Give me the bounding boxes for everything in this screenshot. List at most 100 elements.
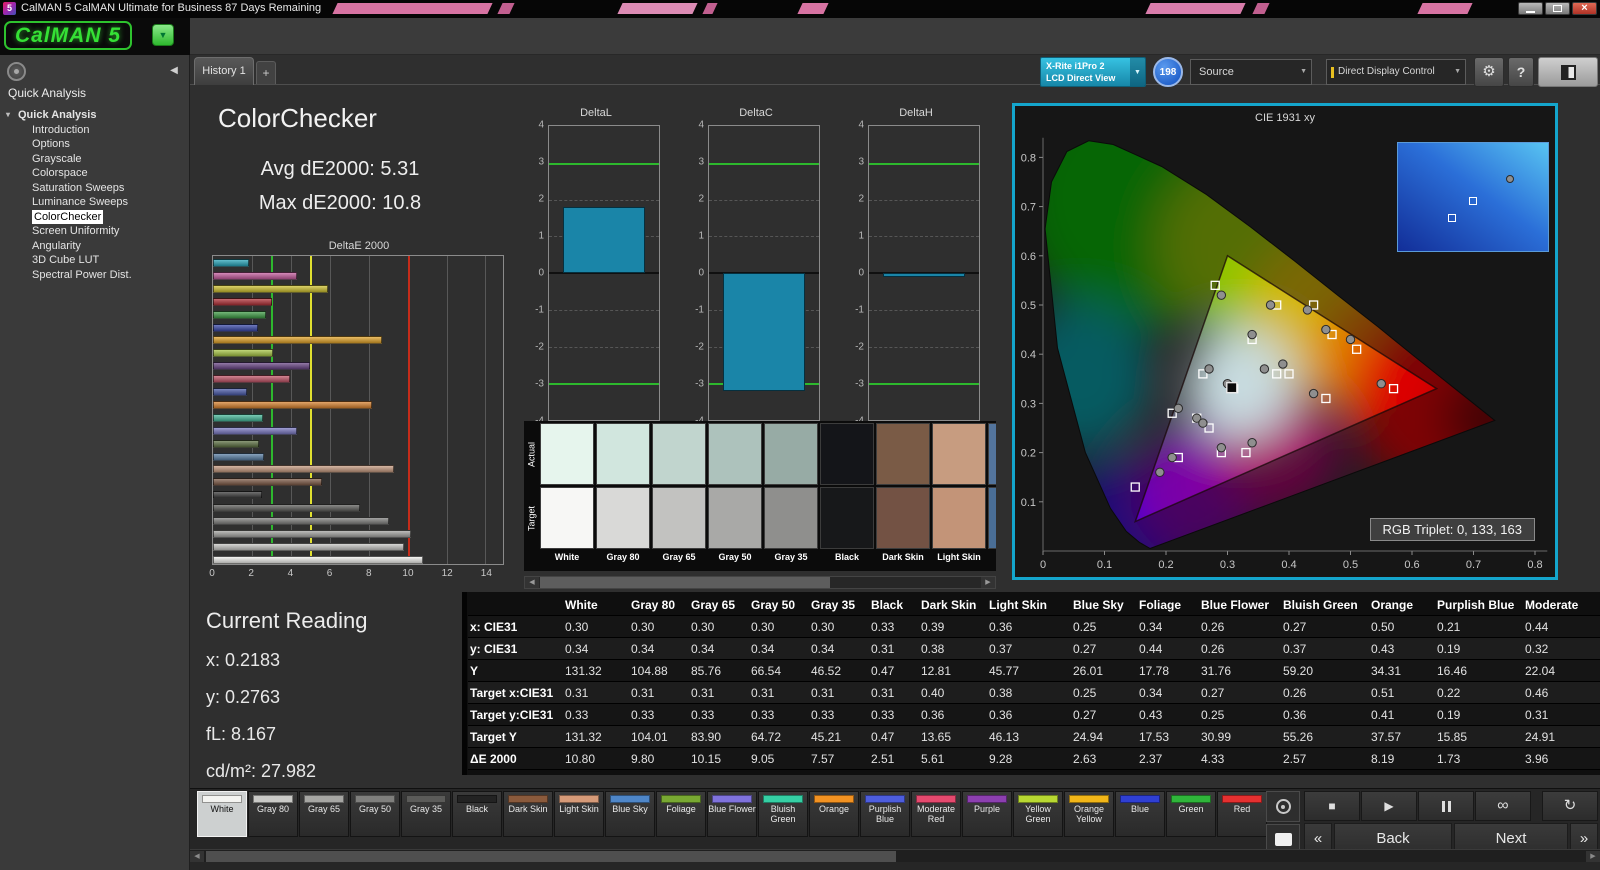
measured-circle-marker <box>1321 324 1331 335</box>
patch-button-yellow-green[interactable]: Yellow Green <box>1013 791 1063 837</box>
chevron-down-icon: ▼ <box>1130 58 1145 86</box>
scroll-right-icon[interactable]: ▶ <box>981 577 995 588</box>
minimize-button[interactable] <box>1518 2 1543 15</box>
settings-button[interactable]: ⚙ <box>1474 57 1504 87</box>
scroll-right-icon[interactable]: ▶ <box>1586 851 1600 862</box>
y-tick-label: 1 <box>858 230 864 242</box>
table-header-cell: Blue Sky <box>1073 598 1124 612</box>
play-button[interactable]: ▶ <box>1361 791 1417 821</box>
sidebar-item-angularity[interactable]: Angularity <box>2 239 186 254</box>
continuous-read-button[interactable]: ∞ <box>1475 791 1531 821</box>
camera-dot-icon <box>1281 804 1285 809</box>
stop-button[interactable]: ■ <box>1304 791 1360 821</box>
table-cell: 0.40 <box>921 686 945 700</box>
table-cell: 9.80 <box>631 752 655 766</box>
scrollbar-thumb[interactable] <box>206 851 896 862</box>
table-cell: 0.36 <box>1283 708 1307 722</box>
bottom-scrollbar[interactable]: ◀ ▶ <box>190 849 1600 862</box>
table-cell: 45.77 <box>989 664 1020 678</box>
patch-label: Blue <box>1130 804 1149 814</box>
scroll-left-icon[interactable]: ◀ <box>190 851 204 862</box>
patch-button-red[interactable]: Red <box>1217 791 1267 837</box>
camera-button[interactable] <box>1266 791 1300 822</box>
deltae-bar-cyan <box>213 259 249 267</box>
display-control-dropdown[interactable]: Direct Display Control ▼ <box>1326 59 1466 85</box>
patch-button-gray-50[interactable]: Gray 50 <box>350 791 400 837</box>
table-cell: 31.76 <box>1201 664 1232 678</box>
sidebar-item-quick-analysis[interactable]: ▾ Quick Analysis <box>2 108 186 123</box>
sidebar-item-3d-cube-lut[interactable]: 3D Cube LUT <box>2 253 186 268</box>
tab-history-1[interactable]: History 1 <box>194 57 254 85</box>
patch-button-blue-sky[interactable]: Blue Sky <box>605 791 655 837</box>
panel-toggle-button[interactable] <box>1538 57 1598 87</box>
sidebar-item-colorchecker[interactable]: ColorChecker <box>2 209 186 224</box>
sidebar-item-saturation-sweeps[interactable]: Saturation Sweeps <box>2 181 186 196</box>
patch-button-dark-skin[interactable]: Dark Skin <box>503 791 553 837</box>
sidebar-item-options[interactable]: Options <box>2 137 186 152</box>
stop-icon: ■ <box>1328 799 1336 813</box>
sidebar-item-screen-uniformity[interactable]: Screen Uniformity <box>2 224 186 239</box>
sidebar-item-spectral-power-dist[interactable]: Spectral Power Dist. <box>2 268 186 283</box>
table-header-cell: Purplish Blue <box>1437 598 1515 612</box>
patch-button-white[interactable]: White <box>197 791 247 837</box>
add-tab-button[interactable]: + <box>256 61 276 84</box>
deltae-bar-orange <box>213 400 373 409</box>
close-button[interactable]: × <box>1572 2 1597 15</box>
maximize-button[interactable] <box>1545 2 1570 15</box>
table-cell: 2.63 <box>1073 752 1097 766</box>
table-cell: 0.31 <box>631 686 655 700</box>
patch-button-purple[interactable]: Purple <box>962 791 1012 837</box>
deltae-bar-gray-35 <box>213 504 361 513</box>
infinity-icon: ∞ <box>1497 797 1509 814</box>
patch-button-gray-65[interactable]: Gray 65 <box>299 791 349 837</box>
sidebar-collapse-button[interactable]: ◀ <box>166 63 182 79</box>
patch-button-light-skin[interactable]: Light Skin <box>554 791 604 837</box>
table-header-cell: Moderate <box>1525 598 1579 612</box>
table-cell: 24.94 <box>1073 730 1104 744</box>
svg-text:0.1: 0.1 <box>1021 497 1036 509</box>
sidebar-item-luminance-sweeps[interactable]: Luminance Sweeps <box>2 195 186 210</box>
titlebar: 5 CalMAN 5 CalMAN Ultimate for Business … <box>0 0 1600 18</box>
help-button[interactable]: ? <box>1508 57 1534 87</box>
patch-button-orange[interactable]: Orange <box>809 791 859 837</box>
source-dropdown[interactable]: Source ▼ <box>1190 59 1312 85</box>
sidebar-item-grayscale[interactable]: Grayscale <box>2 152 186 167</box>
sidebar-item-colorspace[interactable]: Colorspace <box>2 166 186 181</box>
tree-expand-icon[interactable]: ▾ <box>6 108 16 123</box>
patch-button-purplish-blue[interactable]: Purplish Blue <box>860 791 910 837</box>
meter-dropdown[interactable]: X-Rite i1Pro 2 LCD Direct View ▼ <box>1040 57 1146 87</box>
svg-text:0.8: 0.8 <box>1021 152 1036 164</box>
sync-button[interactable]: ↻ <box>1542 791 1598 821</box>
y-tick-label: 1 <box>698 230 704 242</box>
patch-button-black[interactable]: Black <box>452 791 502 837</box>
workflow-options-button[interactable] <box>7 62 26 81</box>
patch-button-bluish-green[interactable]: Bluish Green <box>758 791 808 837</box>
reading-y: y: 0.2763 <box>206 687 281 707</box>
patch-button-green[interactable]: Green <box>1166 791 1216 837</box>
patch-button-gray-35[interactable]: Gray 35 <box>401 791 451 837</box>
deltae-bar-white <box>213 555 424 564</box>
measured-circle-marker <box>1198 418 1208 428</box>
table-cell: 7.57 <box>811 752 835 766</box>
scrollbar-thumb[interactable] <box>540 577 830 588</box>
y-tick-label: 2 <box>858 193 864 205</box>
table-cell: 9.05 <box>751 752 775 766</box>
logo-block: CalMAN 5 ▼ <box>0 18 190 55</box>
patch-button-gray-80[interactable]: Gray 80 <box>248 791 298 837</box>
patch-button-moderate-red[interactable]: Moderate Red <box>911 791 961 837</box>
patch-color-chip <box>1222 795 1262 803</box>
swatch-scrollbar[interactable]: ◀ ▶ <box>524 576 996 589</box>
patch-button-blue-flower[interactable]: Blue Flower <box>707 791 757 837</box>
swatch-actual-dark-skin <box>876 423 930 485</box>
table-cell: 0.31 <box>811 686 835 700</box>
patch-button-foliage[interactable]: Foliage <box>656 791 706 837</box>
patch-button-orange-yellow[interactable]: Orange Yellow <box>1064 791 1114 837</box>
table-header-cell: Light Skin <box>989 598 1047 612</box>
sidebar-item-introduction[interactable]: Introduction <box>2 123 186 138</box>
target-row-label: Target <box>526 505 537 531</box>
logo-menu-button[interactable]: ▼ <box>152 24 174 46</box>
scroll-left-icon[interactable]: ◀ <box>525 577 539 588</box>
pause-button[interactable] <box>1418 791 1474 821</box>
patch-button-blue[interactable]: Blue <box>1115 791 1165 837</box>
chevron-down-icon: ▼ <box>1454 68 1461 75</box>
